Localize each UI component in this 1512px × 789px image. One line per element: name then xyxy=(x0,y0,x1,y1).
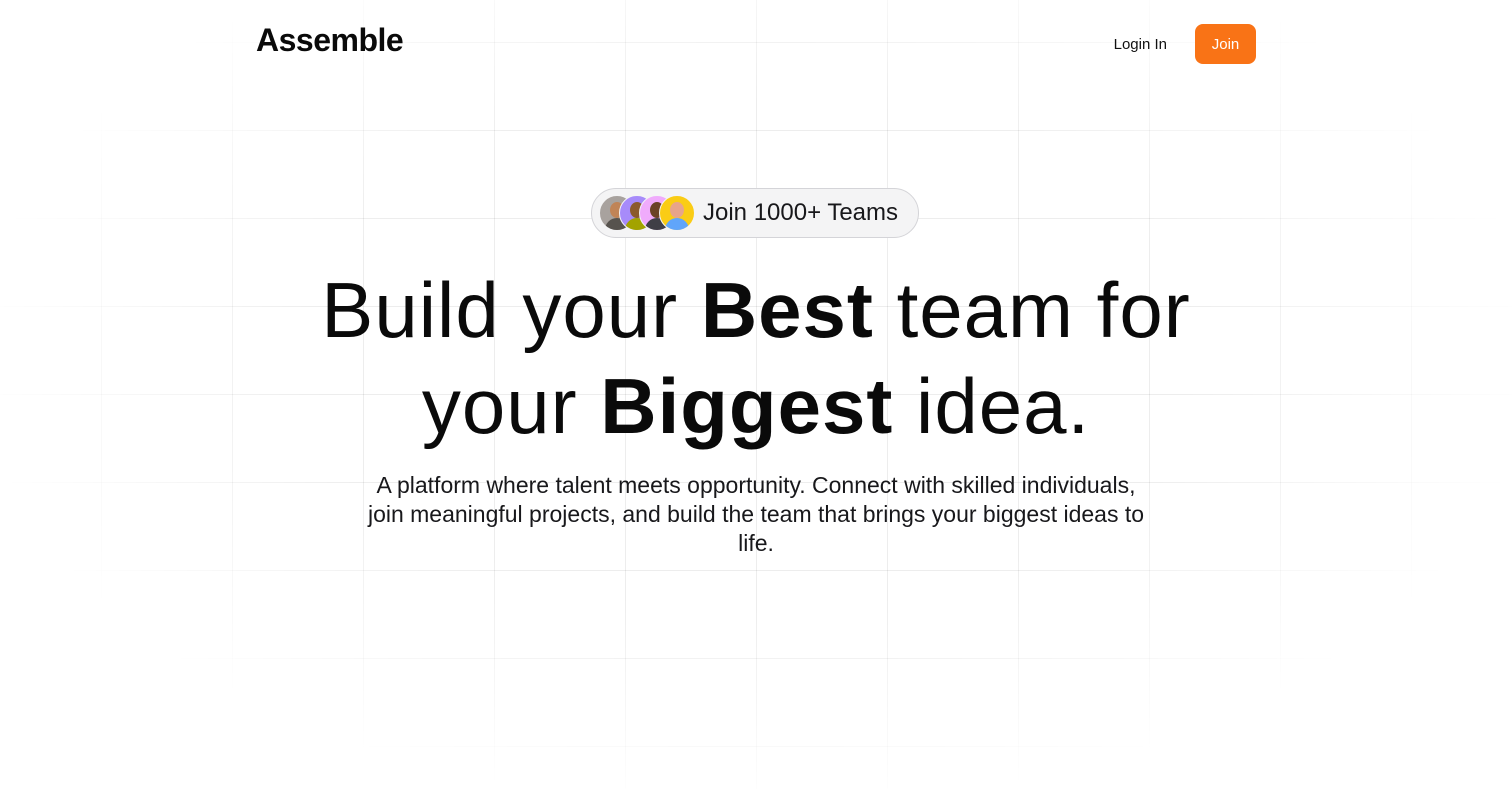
landing-page: Assemble Login In Join Join 1000+ Teams … xyxy=(0,0,1512,789)
header-nav: Login In Join xyxy=(1114,24,1256,64)
site-header: Assemble Login In Join xyxy=(256,20,1256,68)
hero-subtitle: A platform where talent meets opportunit… xyxy=(367,472,1145,556)
join-button[interactable]: Join xyxy=(1195,24,1256,64)
join-teams-badge[interactable]: Join 1000+ Teams xyxy=(591,188,919,238)
login-link[interactable]: Login In xyxy=(1114,36,1167,53)
avatar-stack xyxy=(599,195,695,231)
headline-line-2: your Biggest idea. xyxy=(421,362,1091,450)
brand-logo[interactable]: Assemble xyxy=(256,22,404,59)
hero-headline: Build your Best team for your Biggest id… xyxy=(0,262,1512,454)
avatar xyxy=(659,195,695,231)
badge-label: Join 1000+ Teams xyxy=(703,199,899,226)
headline-line-1: Build your Best team for xyxy=(321,266,1191,354)
